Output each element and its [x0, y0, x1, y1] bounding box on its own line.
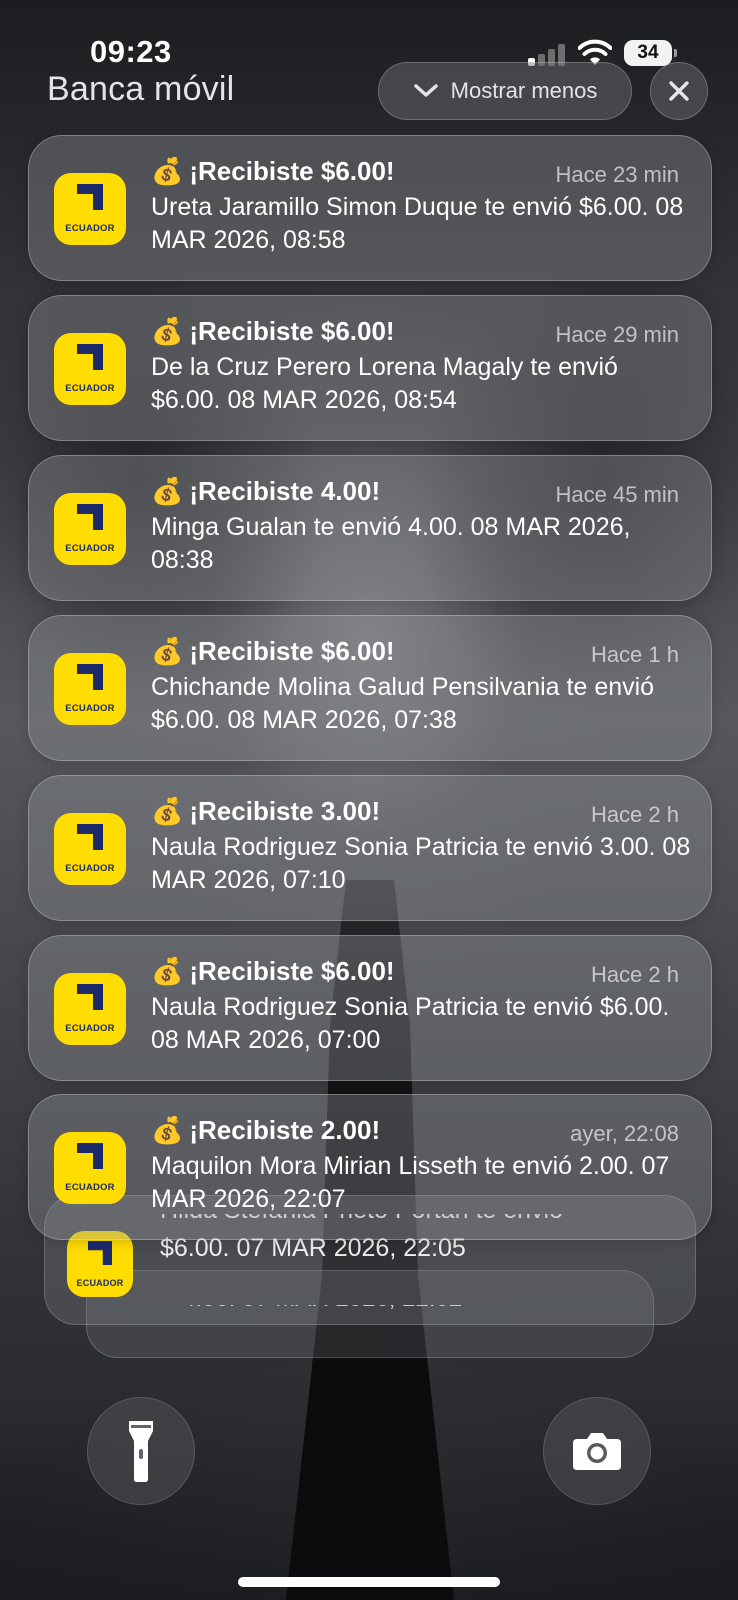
- money-bag-icon: 💰: [151, 1115, 184, 1145]
- app-icon: ECUADOR: [54, 333, 126, 405]
- home-indicator[interactable]: [238, 1577, 500, 1587]
- app-icon-label: ECUADOR: [76, 1278, 124, 1288]
- notification-card[interactable]: ECUADOR 💰 ¡Recibiste 3.00! Hace 2 h Naula Ro…: [28, 775, 712, 921]
- notification-time: ayer, 22:08: [570, 1121, 679, 1146]
- notification-card[interactable]: ECUADOR 💰 ¡Recibiste 4.00! Hace 45 min Minga…: [28, 455, 712, 601]
- notification-time: Hace 23 min: [555, 162, 679, 187]
- money-bag-icon: 💰: [151, 956, 184, 986]
- notification-card[interactable]: ECUADOR 💰 ¡Recibiste $6.00! Hace 29 min De l…: [28, 295, 712, 441]
- show-less-label: Mostrar menos: [450, 78, 598, 103]
- notification-title: 💰 ¡Recibiste 3.00!: [151, 796, 380, 827]
- status-time: 09:23: [90, 34, 172, 69]
- camera-icon: [573, 1433, 621, 1470]
- app-icon-label: ECUADOR: [65, 863, 115, 874]
- notification-time: Hace 2 h: [590, 802, 679, 827]
- bank-logo-icon: [88, 1241, 112, 1265]
- app-icon-label: ECUADOR: [65, 703, 115, 714]
- notification-title: 💰 ¡Recibiste 4.00!: [151, 476, 380, 507]
- app-icon: ECUADOR: [67, 1231, 133, 1297]
- money-bag-icon: 💰: [151, 476, 184, 506]
- notification-body: Chichande Molina Galud Pensilvania te en…: [151, 673, 655, 734]
- flashlight-icon: [129, 1421, 153, 1482]
- app-icon: ECUADOR: [54, 973, 126, 1045]
- notification-time: Hace 2 h: [590, 962, 679, 987]
- notification-title: 💰 ¡Recibiste $6.00!: [151, 956, 395, 987]
- clear-notifications-button[interactable]: [650, 62, 708, 120]
- app-icon-label: ECUADOR: [65, 223, 115, 234]
- notification-body: Naula Rodriguez Sonia Patricia te envió …: [151, 833, 691, 894]
- bank-logo-icon: [77, 1143, 103, 1169]
- app-icon-label: ECUADOR: [65, 1182, 115, 1193]
- notification-card[interactable]: ECUADOR 💰 ¡Recibiste $6.00! Hace 2 h Naula R…: [28, 935, 712, 1081]
- notification-time: Hace 1 h: [590, 642, 679, 667]
- app-icon: ECUADOR: [54, 173, 126, 245]
- notification-title-text: ¡Recibiste $6.00!: [189, 636, 395, 666]
- money-bag-icon: 💰: [151, 316, 184, 346]
- chevron-down-icon: [413, 84, 438, 97]
- bank-logo-icon: [77, 824, 103, 850]
- notification-body: Naula Rodriguez Sonia Patricia te envió …: [151, 993, 670, 1054]
- notification-body: Ureta Jaramillo Simon Duque te envió $6.…: [151, 193, 684, 254]
- notification-title-text: ¡Recibiste $6.00!: [189, 956, 395, 986]
- battery-icon: 34: [624, 40, 677, 66]
- app-icon: ECUADOR: [54, 493, 126, 565]
- notification-time: Hace 45 min: [555, 482, 679, 507]
- show-less-button[interactable]: Mostrar menos: [378, 62, 632, 120]
- bank-logo-icon: [77, 184, 103, 210]
- notification-group-title: Banca móvil: [47, 70, 235, 108]
- notification-title: 💰 ¡Recibiste $6.00!: [151, 156, 395, 187]
- close-icon: [669, 81, 689, 101]
- camera-button[interactable]: [543, 1397, 651, 1505]
- app-icon-label: ECUADOR: [65, 543, 115, 554]
- notification-body: Minga Gualan te envió 4.00. 08 MAR 2026,…: [151, 513, 631, 574]
- app-icon: ECUADOR: [54, 813, 126, 885]
- app-icon: ECUADOR: [54, 1132, 126, 1204]
- app-icon: ECUADOR: [54, 653, 126, 725]
- money-bag-icon: 💰: [151, 156, 184, 186]
- notification-title: 💰 ¡Recibiste 2.00!: [151, 1115, 380, 1146]
- notification-card[interactable]: ECUADOR 💰 ¡Recibiste $6.00! Hace 1 h Chichan…: [28, 615, 712, 761]
- money-bag-icon: 💰: [151, 636, 184, 666]
- bank-logo-icon: [77, 664, 103, 690]
- notification-title-text: ¡Recibiste 4.00!: [189, 476, 381, 506]
- notification-body: De la Cruz Perero Lorena Magaly te envió…: [151, 353, 618, 414]
- app-icon-label: ECUADOR: [65, 1023, 115, 1034]
- money-bag-icon: 💰: [151, 796, 184, 826]
- notification-title: 💰 ¡Recibiste $6.00!: [151, 316, 395, 347]
- notification-body: Maquilon Mora Mirian Lisseth te envió 2.…: [151, 1152, 670, 1213]
- flashlight-button[interactable]: [87, 1397, 195, 1505]
- notification-title-text: ¡Recibiste 3.00!: [189, 796, 381, 826]
- notification-title: 💰 ¡Recibiste $6.00!: [151, 636, 395, 667]
- notification-time: Hace 29 min: [555, 322, 679, 347]
- notification-title-text: ¡Recibiste 2.00!: [189, 1115, 381, 1145]
- bank-logo-icon: [77, 984, 103, 1010]
- notification-title-text: ¡Recibiste $6.00!: [189, 156, 395, 186]
- app-icon-label: ECUADOR: [65, 383, 115, 394]
- notification-title-text: ¡Recibiste $6.00!: [189, 316, 395, 346]
- notification-card[interactable]: ECUADOR 💰 ¡Recibiste $6.00! Hace 23 min Uret…: [28, 135, 712, 281]
- notification-card[interactable]: ECUADOR 💰 ¡Recibiste 2.00! ayer, 22:08 Maqui…: [28, 1094, 712, 1240]
- bank-logo-icon: [77, 504, 103, 530]
- bank-logo-icon: [77, 344, 103, 370]
